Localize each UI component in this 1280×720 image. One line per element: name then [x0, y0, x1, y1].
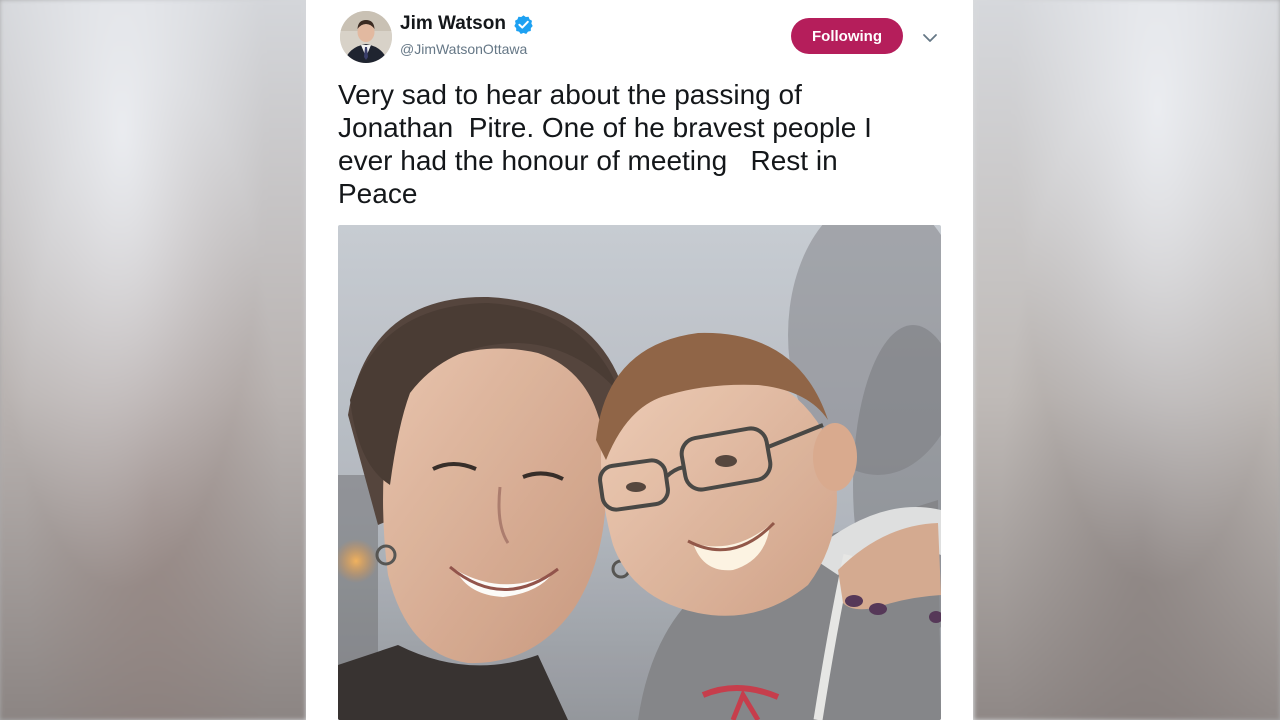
avatar[interactable] [340, 11, 392, 63]
blurred-background-left [0, 0, 306, 720]
tweet-text: Very sad to hear about the passing of Jo… [338, 79, 872, 209]
video-frame: Jim Watson @JimWatsonOttawa Following Ve… [0, 0, 1280, 720]
following-button[interactable]: Following [791, 18, 903, 54]
author-name[interactable]: Jim Watson [400, 13, 506, 35]
tweet-card: Jim Watson @JimWatsonOttawa Following Ve… [306, 0, 973, 720]
tweet-photo[interactable] [338, 225, 941, 720]
blurred-background-right [974, 0, 1280, 720]
avatar-image [340, 11, 392, 63]
chevron-down-icon[interactable] [920, 28, 940, 48]
verified-badge-icon [514, 15, 533, 34]
tweet-photo-image [338, 225, 941, 720]
author-handle[interactable]: @JimWatsonOttawa [400, 41, 527, 57]
